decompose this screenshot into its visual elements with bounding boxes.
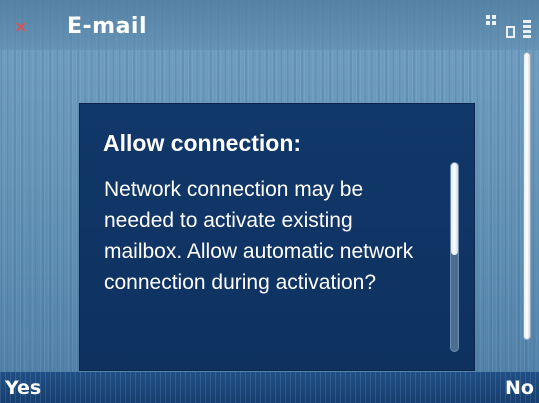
battery-icon <box>522 20 532 42</box>
phone-screen: × E-mail Allow connection: Network conne… <box>0 0 539 403</box>
title-bar: × E-mail <box>0 0 539 50</box>
yes-softkey[interactable]: Yes <box>5 377 41 399</box>
close-icon[interactable]: × <box>14 19 28 35</box>
softkey-bar: Yes No <box>0 372 539 403</box>
main-scrollbar[interactable] <box>523 52 531 340</box>
dialog-scrollbar[interactable] <box>450 162 459 352</box>
no-softkey[interactable]: No <box>505 377 534 399</box>
allow-connection-dialog: Allow connection: Network connection may… <box>79 103 475 371</box>
dialog-title: Allow connection: <box>103 130 302 156</box>
dialog-scrollbar-thumb[interactable] <box>451 163 458 255</box>
app-title: E-mail <box>67 14 148 39</box>
main-scrollbar-thumb[interactable] <box>523 52 531 340</box>
app-grid-icon <box>486 15 496 25</box>
dialog-message: Network connection may be needed to acti… <box>104 178 414 294</box>
lock-icon <box>506 26 515 38</box>
